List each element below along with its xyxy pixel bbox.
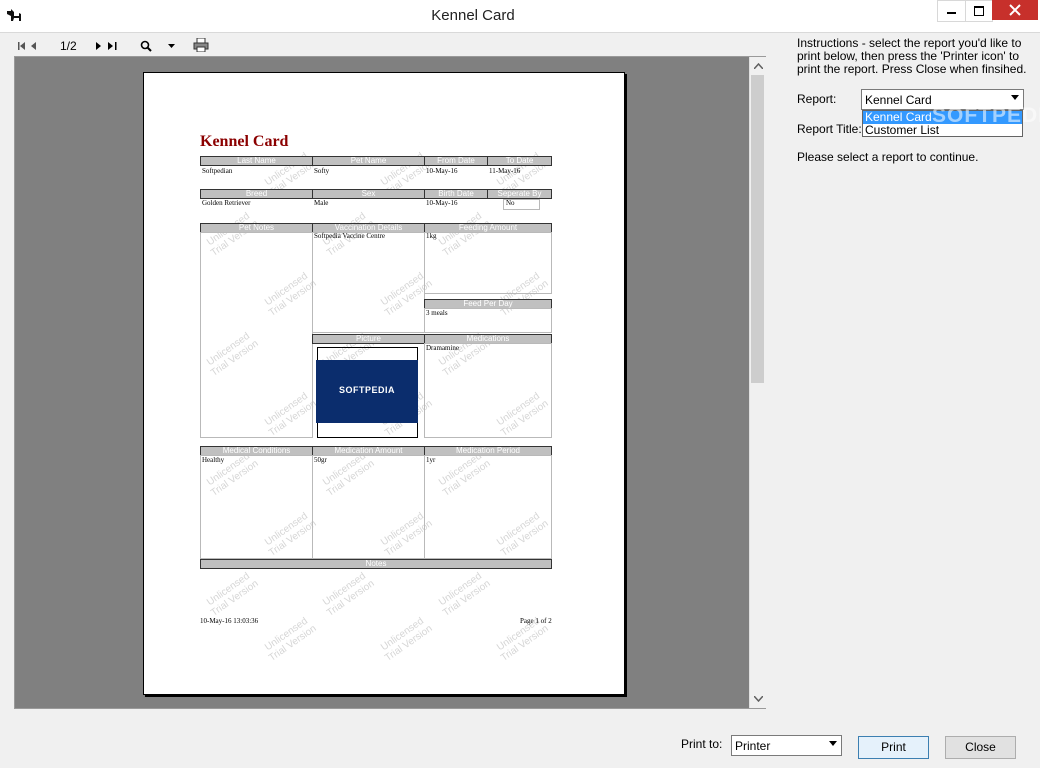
maximize-icon [974, 6, 984, 16]
zoom-dropdown-icon[interactable] [168, 44, 175, 48]
value-medical-conditions: Healthy [202, 456, 225, 464]
picture-frame: SOFTPEDIA [316, 347, 418, 438]
header-from-date: From Date [424, 156, 488, 166]
header-birth-date: Birth Date [424, 189, 488, 199]
print-to-select[interactable]: Printer [731, 735, 842, 756]
value-pet-name: Softy [314, 167, 330, 175]
value-medications: Dramamine [426, 344, 460, 352]
header-picture: Picture [312, 334, 425, 344]
value-breed: Golden Retriever [202, 199, 251, 207]
close-button[interactable]: Close [945, 736, 1016, 759]
scrollbar-thumb[interactable] [751, 75, 764, 383]
title-bar: Kennel Card [0, 0, 1040, 33]
printer-icon[interactable] [193, 38, 209, 52]
minimize-icon [947, 12, 956, 14]
last-page-icon[interactable] [108, 42, 117, 50]
value-medication-period: 1yr [426, 456, 436, 464]
watermark-text: UnlicensedTrial Version [379, 615, 435, 664]
page-indicator: 1/2 [60, 39, 77, 53]
value-feed-per-day: 3 meals [426, 309, 448, 317]
maximize-button[interactable] [965, 0, 993, 22]
value-birth-date: 10-May-16 [426, 199, 458, 207]
header-to-date: To Date [487, 156, 552, 166]
close-icon [1009, 4, 1021, 16]
report-label: Report: [797, 92, 837, 106]
value-to-date: 11-May-16 [489, 167, 521, 175]
instructions-text: Instructions - select the report you'd l… [797, 36, 1027, 76]
first-page-icon[interactable] [18, 42, 27, 50]
vaccination-box [312, 232, 425, 333]
header-sex: Sex [312, 189, 425, 199]
report-title: Kennel Card [200, 133, 289, 150]
close-window-button[interactable] [992, 0, 1038, 20]
chevron-down-icon [1011, 95, 1019, 100]
scroll-up-icon[interactable] [754, 63, 763, 69]
header-breed: Breed [200, 189, 313, 199]
print-button[interactable]: Print [858, 736, 929, 759]
value-from-date: 10-May-16 [426, 167, 458, 175]
footer-timestamp: 10-May-16 13:03:36 [200, 617, 259, 625]
logo-text: SOFTPEDIA [338, 385, 395, 395]
chevron-down-icon [829, 741, 837, 746]
pet-notes-box [200, 232, 313, 438]
report-title-label: Report Title: [797, 122, 862, 136]
report-select-value: Kennel Card [865, 93, 932, 107]
watermark-text: UnlicensedTrial Version [263, 615, 319, 664]
zoom-icon[interactable] [140, 40, 152, 52]
print-to-label: Print to: [681, 737, 723, 751]
feeding-amount-box [424, 232, 552, 294]
preview-toolbar: 1/2 [14, 36, 766, 56]
footer-page-number: Page 1 of 2 [520, 617, 552, 625]
medications-box [424, 343, 552, 438]
value-sex: Male [314, 199, 329, 207]
report-page: Unlicensed Trial Version Unlicensed Trial V… [143, 72, 625, 695]
value-seperate-by: No [506, 199, 515, 207]
value-last-name: Softpedian [202, 167, 233, 175]
value-vaccination-details: Softpedia Vaccine Centre [314, 232, 386, 240]
header-notes: Notes [200, 559, 552, 569]
watermark-text: UnlicensedTrial Version [205, 570, 261, 619]
window-title: Kennel Card [431, 7, 515, 24]
minimize-button[interactable] [937, 0, 966, 22]
softpedia-logo-image: SOFTPEDIA [316, 360, 418, 423]
softpedia-watermark: SOFTPEDIA [932, 104, 1040, 127]
value-medication-amount: 50gr [314, 456, 327, 464]
medical-conditions-box [200, 455, 313, 559]
next-page-icon[interactable] [96, 42, 102, 50]
medication-period-box [424, 455, 552, 559]
watermark-text: UnlicensedTrial Version [437, 570, 493, 619]
header-last-name: Last Name [200, 156, 313, 166]
status-message: Please select a report to continue. [797, 150, 979, 164]
value-feeding-amount: 1kg [426, 232, 437, 240]
watermark-text: UnlicensedTrial Version [321, 570, 377, 619]
print-to-value: Printer [735, 739, 771, 753]
header-pet-name: Pet Name [312, 156, 425, 166]
previous-page-icon[interactable] [31, 42, 37, 50]
header-seperate-by: Seperate By [487, 189, 552, 199]
scroll-down-icon[interactable] [754, 696, 763, 702]
medication-amount-box [312, 455, 425, 559]
